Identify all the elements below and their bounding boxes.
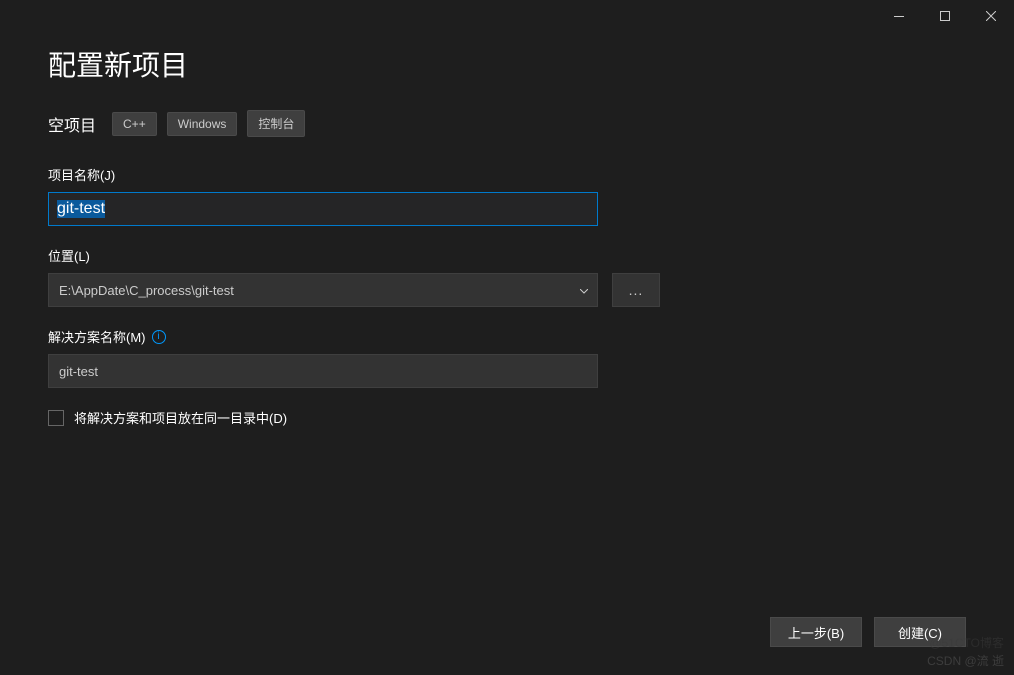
- tag-cpp: C++: [112, 112, 157, 136]
- location-value: E:\AppDate\C_process\git-test: [59, 283, 234, 298]
- tag-console: 控制台: [247, 110, 305, 137]
- template-name: 空项目: [48, 112, 96, 136]
- close-button[interactable]: [968, 0, 1014, 32]
- template-info: 空项目 C++ Windows 控制台: [48, 110, 966, 137]
- back-button[interactable]: 上一步(B): [770, 617, 862, 647]
- maximize-icon: [940, 11, 950, 21]
- project-name-input[interactable]: git-test: [48, 192, 598, 226]
- minimize-icon: [894, 16, 904, 17]
- page-title: 配置新项目: [48, 44, 966, 84]
- location-label: 位置(L): [48, 246, 966, 265]
- project-name-label: 项目名称(J): [48, 165, 966, 184]
- watermark-2: @51CTO博客: [929, 634, 1004, 651]
- info-icon[interactable]: i: [152, 330, 166, 344]
- project-name-value: git-test: [57, 200, 105, 218]
- same-directory-checkbox[interactable]: [48, 410, 64, 426]
- solution-name-input[interactable]: [48, 354, 598, 388]
- close-icon: [986, 11, 996, 21]
- browse-button[interactable]: ...: [612, 273, 660, 307]
- solution-name-label: 解决方案名称(M) i: [48, 327, 966, 346]
- tag-windows: Windows: [167, 112, 238, 136]
- minimize-button[interactable]: [876, 0, 922, 32]
- maximize-button[interactable]: [922, 0, 968, 32]
- same-directory-label: 将解决方案和项目放在同一目录中(D): [74, 408, 287, 427]
- titlebar: [0, 0, 1014, 32]
- watermark: CSDN @流 逝: [927, 652, 1004, 669]
- location-select[interactable]: E:\AppDate\C_process\git-test: [48, 273, 598, 307]
